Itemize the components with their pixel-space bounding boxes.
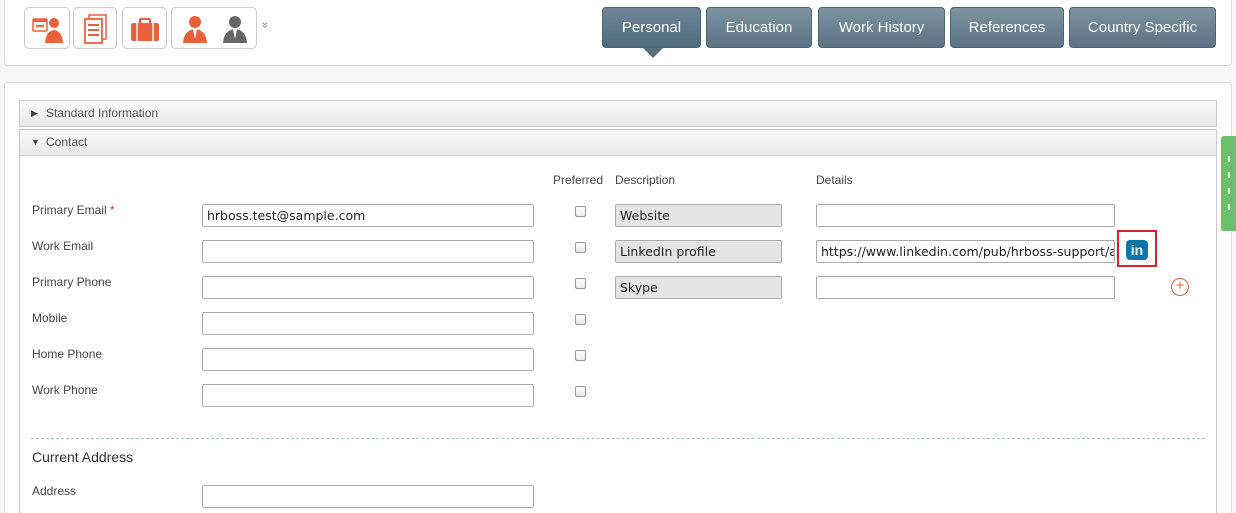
address-label: Address xyxy=(32,484,77,498)
active-tab-indicator xyxy=(643,48,663,58)
mobile-input[interactable] xyxy=(202,312,534,335)
section-contact[interactable]: ▼ Contact xyxy=(19,129,1217,156)
linkedin-details-input[interactable]: https://www.linkedin.com/pub/hrboss-supp… xyxy=(816,240,1115,263)
current-address-heading: Current Address xyxy=(32,449,134,465)
work-email-preferred-checkbox[interactable] xyxy=(575,242,586,253)
mobile-label: Mobile xyxy=(32,311,68,325)
website-description: Website xyxy=(615,204,782,227)
work-phone-preferred-checkbox[interactable] xyxy=(575,386,586,397)
person-gray-icon xyxy=(223,16,247,43)
section-title: Contact xyxy=(46,135,88,149)
required-marker: * xyxy=(110,203,115,217)
side-panel-tab[interactable] xyxy=(1221,136,1236,231)
skype-details-input[interactable] xyxy=(816,276,1115,299)
document-icon xyxy=(84,14,107,44)
documents-button[interactable] xyxy=(73,7,117,49)
home-phone-preferred-checkbox[interactable] xyxy=(575,350,586,361)
linkedin-icon[interactable]: in xyxy=(1126,240,1148,260)
profile-card-button[interactable] xyxy=(24,7,70,49)
home-phone-label: Home Phone xyxy=(32,347,103,361)
tab-references[interactable]: References xyxy=(950,7,1064,48)
people-button[interactable] xyxy=(171,7,257,49)
tab-education[interactable]: Education xyxy=(706,7,812,48)
work-phone-input[interactable] xyxy=(202,384,534,407)
work-phone-label: Work Phone xyxy=(32,383,98,397)
section-title: Standard Information xyxy=(46,106,159,120)
tab-country-specific[interactable]: Country Specific xyxy=(1069,7,1216,48)
chevron-down-icon[interactable]: » xyxy=(258,19,272,31)
primary-email-label: Primary Email * xyxy=(32,203,115,217)
mobile-preferred-checkbox[interactable] xyxy=(575,314,586,325)
details-column-header: Details xyxy=(816,173,853,187)
work-button[interactable] xyxy=(122,7,167,49)
linkedin-description: LinkedIn profile xyxy=(615,240,782,263)
tab-work-history[interactable]: Work History xyxy=(818,7,945,48)
work-email-label: Work Email xyxy=(32,239,94,253)
primary-phone-input[interactable] xyxy=(202,276,534,299)
primary-phone-preferred-checkbox[interactable] xyxy=(575,278,586,289)
website-details-input[interactable] xyxy=(816,204,1115,227)
tab-personal[interactable]: Personal xyxy=(602,7,701,48)
profile-card-icon xyxy=(32,18,63,43)
home-phone-input[interactable] xyxy=(202,348,534,371)
person-orange-icon xyxy=(183,16,207,43)
add-link-button[interactable]: + xyxy=(1171,278,1189,296)
briefcase-icon xyxy=(131,18,159,41)
work-email-input[interactable] xyxy=(202,240,534,263)
address-input[interactable] xyxy=(202,485,534,508)
primary-email-preferred-checkbox[interactable] xyxy=(575,206,586,217)
section-divider xyxy=(31,438,1205,439)
primary-phone-label: Primary Phone xyxy=(32,275,112,289)
caret-down-icon: ▼ xyxy=(31,137,40,147)
caret-right-icon: ▶ xyxy=(31,108,38,118)
skype-description: Skype xyxy=(615,276,782,299)
primary-email-input[interactable]: hrboss.test@sample.com xyxy=(202,204,534,227)
preferred-column-header: Preferred xyxy=(553,173,604,187)
section-standard-information[interactable]: ▶ Standard Information xyxy=(19,100,1217,127)
description-column-header: Description xyxy=(615,173,676,187)
